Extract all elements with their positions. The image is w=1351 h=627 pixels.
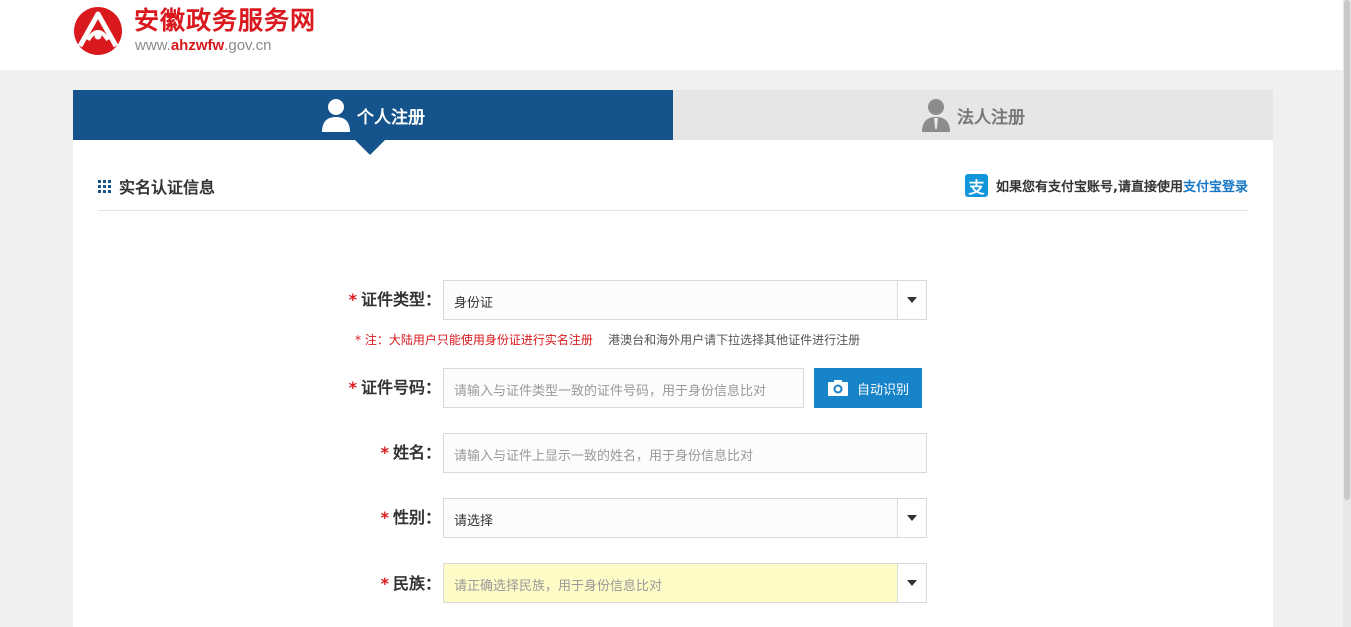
required-mark: * [380, 574, 389, 593]
caret-down-icon [907, 580, 917, 586]
tab-personal-registration[interactable]: 个人注册 [73, 90, 673, 140]
site-url-prefix: www. [135, 37, 171, 54]
camera-icon [827, 380, 848, 396]
alipay-login-link[interactable]: 支付宝登录 [1183, 176, 1248, 195]
section-header: 实名认证信息 支 如果您有支付宝账号,请直接使用 支付宝登录 [98, 174, 1248, 211]
site-url-suffix: .gov.cn [224, 37, 272, 54]
gender-value: 请选择 [454, 514, 494, 529]
tab-legal-person-registration[interactable]: 法人注册 [673, 90, 1273, 140]
registration-panel: 个人注册 法人注册 实名认证信息 支 如果您有支付宝账号,请直接使用 支付宝登录… [73, 90, 1273, 627]
ethnicity-label-text: 民族： [392, 574, 441, 593]
grid-dots-icon [98, 179, 111, 193]
ethnicity-dropdown-toggle[interactable] [897, 564, 926, 602]
section-title: 实名认证信息 [98, 174, 215, 198]
id-type-value: 身份证 [454, 296, 494, 311]
auto-recognize-label: 自动识别 [856, 382, 909, 398]
caret-down-icon [907, 515, 917, 521]
site-header: 安徽政务服务网 www.ahzwfw.gov.cn [0, 0, 1351, 70]
id-type-note: * 注：大陆用户只能使用身份证进行实名注册 港澳台和海外用户请下拉选择其他证件进… [355, 331, 860, 348]
id-type-label-text: 证件类型： [360, 290, 441, 309]
required-mark: * [380, 443, 389, 462]
active-tab-indicator [355, 140, 385, 155]
alipay-hint: 支 如果您有支付宝账号,请直接使用 支付宝登录 [965, 174, 1248, 197]
gender-label-text: 性别： [392, 508, 441, 527]
site-logo-icon[interactable] [72, 6, 124, 56]
gender-label: * 性别： [73, 508, 441, 528]
caret-down-icon [907, 297, 917, 303]
tab-legal-label: 法人注册 [957, 107, 1025, 128]
id-number-input[interactable]: 请输入与证件类型一致的证件号码，用于身份信息比对 [443, 368, 804, 408]
scrollbar-thumb[interactable] [1344, 0, 1350, 500]
id-type-note-red: * 注：大陆用户只能使用身份证进行实名注册 [355, 333, 593, 347]
section-title-text: 实名认证信息 [119, 178, 216, 197]
name-label-text: 姓名： [392, 443, 441, 462]
name-label: * 姓名： [73, 443, 441, 463]
business-person-icon [922, 99, 950, 132]
site-name[interactable]: 安徽政务服务网 [134, 6, 316, 36]
required-mark: * [380, 508, 389, 527]
site-url: www.ahzwfw.gov.cn [135, 37, 271, 55]
person-icon [322, 99, 350, 132]
required-mark: * [348, 290, 357, 309]
tab-personal-label: 个人注册 [357, 107, 425, 128]
alipay-icon[interactable]: 支 [965, 174, 989, 197]
id-number-label: * 证件号码： [73, 378, 441, 398]
page-scrollbar[interactable] [1343, 0, 1351, 627]
gender-select[interactable]: 请选择 [443, 498, 927, 538]
ethnicity-label: * 民族： [73, 574, 441, 594]
site-url-brand: ahzwfw [170, 37, 225, 54]
auto-recognize-button[interactable]: 自动识别 [814, 368, 922, 408]
id-number-label-text: 证件号码： [360, 378, 441, 397]
alipay-hint-text: 如果您有支付宝账号,请直接使用 [996, 180, 1183, 195]
name-placeholder: 请输入与证件上显示一致的姓名，用于身份信息比对 [454, 449, 754, 464]
name-input[interactable]: 请输入与证件上显示一致的姓名，用于身份信息比对 [443, 433, 927, 473]
id-type-select[interactable]: 身份证 [443, 280, 927, 320]
ethnicity-select[interactable]: 请正确选择民族，用于身份信息比对 [443, 563, 927, 603]
id-type-dropdown-toggle[interactable] [897, 281, 926, 319]
required-mark: * [348, 378, 357, 397]
gender-dropdown-toggle[interactable] [897, 499, 926, 537]
id-type-label: * 证件类型： [73, 290, 441, 310]
id-number-placeholder: 请输入与证件类型一致的证件号码，用于身份信息比对 [454, 384, 767, 399]
ethnicity-placeholder: 请正确选择民族，用于身份信息比对 [454, 579, 663, 594]
id-type-note-gray: 港澳台和海外用户请下拉选择其他证件进行注册 [608, 333, 861, 347]
